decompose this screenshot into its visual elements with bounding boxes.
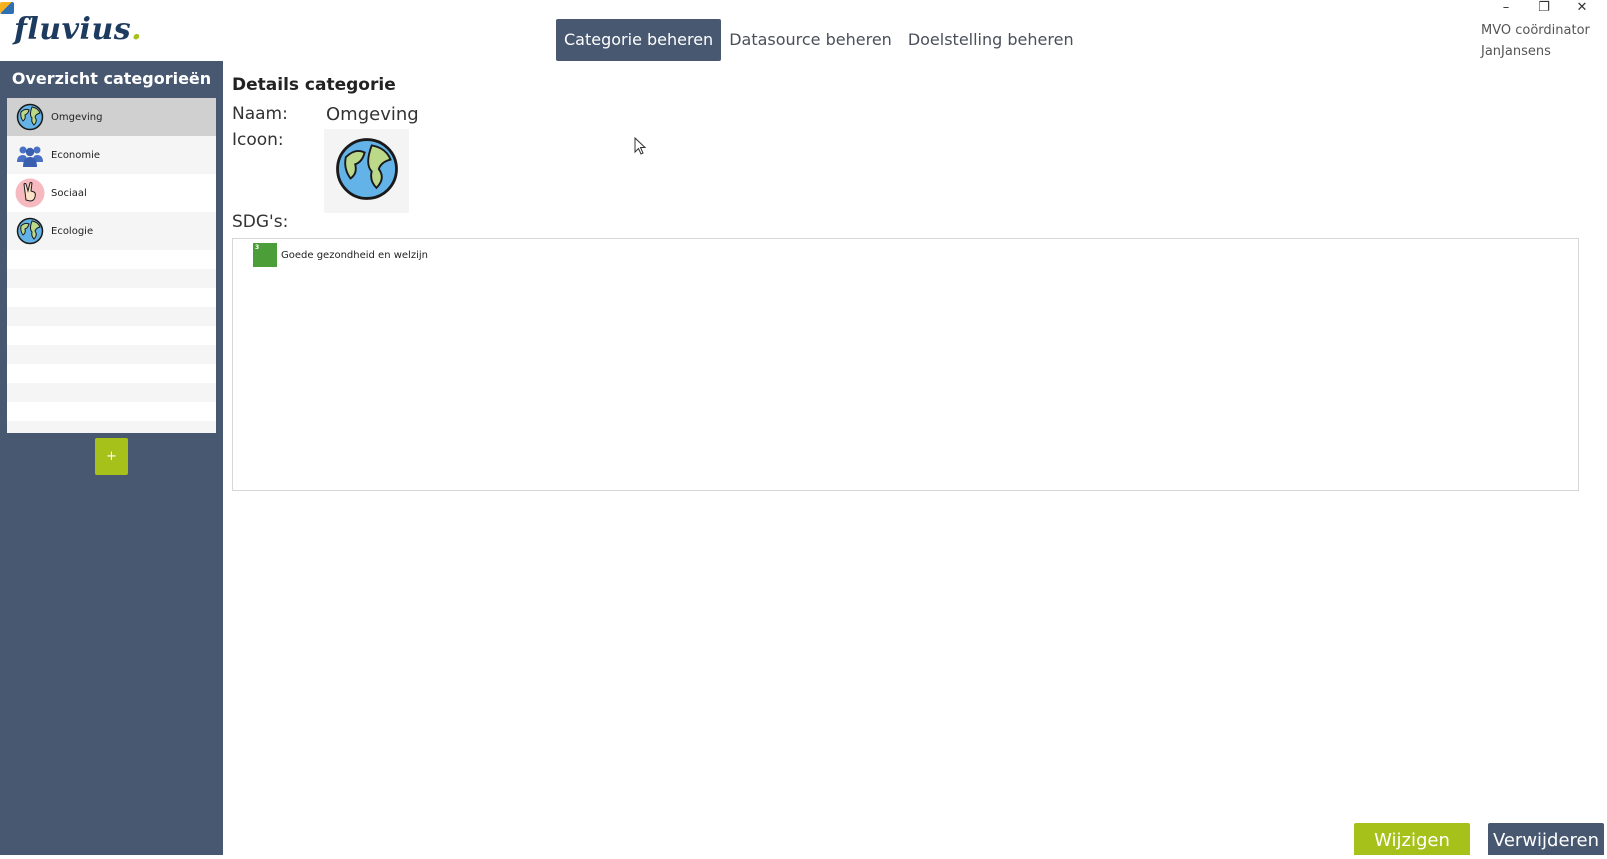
- list-item-label: Ecologie: [51, 225, 94, 237]
- list-item-sdg[interactable]: 3 Goede gezondheid en welzijn: [253, 243, 428, 267]
- name-label: Naam:: [232, 104, 288, 124]
- sdg-badge-icon: 3: [253, 243, 277, 267]
- tab-categorie-beheren[interactable]: Categorie beheren: [556, 19, 722, 61]
- list-item-label: Economie: [51, 149, 101, 161]
- delete-button[interactable]: Verwijderen: [1488, 823, 1604, 855]
- name-value: Omgeving: [326, 104, 419, 125]
- list-item-label: Sociaal: [51, 187, 87, 199]
- sdg-label: SDG's:: [232, 212, 289, 232]
- list-item-omgeving[interactable]: Omgeving: [7, 98, 216, 136]
- category-icon-preview: [324, 129, 409, 213]
- empty-row: [7, 288, 216, 307]
- sidebar: Overzicht categorieën Omgeving Economie …: [0, 61, 223, 855]
- edit-button[interactable]: Wijzigen: [1354, 823, 1470, 855]
- sdg-list[interactable]: 3 Goede gezondheid en welzijn: [232, 238, 1579, 491]
- empty-row: [7, 269, 216, 288]
- list-item-sociaal[interactable]: Sociaal: [7, 174, 216, 212]
- tab-doelstelling-beheren[interactable]: Doelstelling beheren: [900, 19, 1082, 61]
- globe-icon: [15, 216, 45, 246]
- main-nav: Categorie beheren Datasource beheren Doe…: [556, 19, 1082, 61]
- fluvius-logo: fluvius.: [14, 12, 143, 47]
- restore-icon[interactable]: ❐: [1525, 0, 1563, 16]
- peace-hand-icon: [15, 178, 45, 208]
- empty-row: [7, 326, 216, 345]
- empty-row: [7, 383, 216, 402]
- tab-datasource-beheren[interactable]: Datasource beheren: [721, 19, 900, 61]
- list-item-ecologie[interactable]: Ecologie: [7, 212, 216, 250]
- sdg-label-text: Goede gezondheid en welzijn: [281, 249, 428, 261]
- app-icon: [0, 2, 14, 14]
- minimize-icon[interactable]: –: [1487, 0, 1525, 16]
- sdg-number: 3: [255, 244, 260, 251]
- window-controls: – ❐ ✕: [1487, 0, 1601, 16]
- list-item-economie[interactable]: Economie: [7, 136, 216, 174]
- empty-row: [7, 421, 216, 433]
- category-list[interactable]: Omgeving Economie Sociaal Ecologie: [7, 98, 216, 433]
- list-item-label: Omgeving: [51, 111, 103, 123]
- add-category-button[interactable]: +: [95, 438, 128, 475]
- user-name: JanJansens: [1481, 44, 1551, 59]
- people-icon: [15, 140, 45, 170]
- empty-row: [7, 345, 216, 364]
- globe-icon: [334, 136, 400, 206]
- close-icon[interactable]: ✕: [1563, 0, 1601, 16]
- empty-row: [7, 402, 216, 421]
- empty-row: [7, 307, 216, 326]
- icon-label: Icoon:: [232, 130, 284, 150]
- sidebar-title: Overzicht categorieën: [11, 69, 212, 88]
- details-title: Details categorie: [232, 75, 396, 95]
- user-info: MVO coördinator JanJansens: [1481, 20, 1590, 62]
- globe-icon: [15, 102, 45, 132]
- empty-row: [7, 250, 216, 269]
- mouse-cursor-icon: [634, 136, 647, 159]
- empty-row: [7, 364, 216, 383]
- user-role: MVO coördinator: [1481, 23, 1590, 38]
